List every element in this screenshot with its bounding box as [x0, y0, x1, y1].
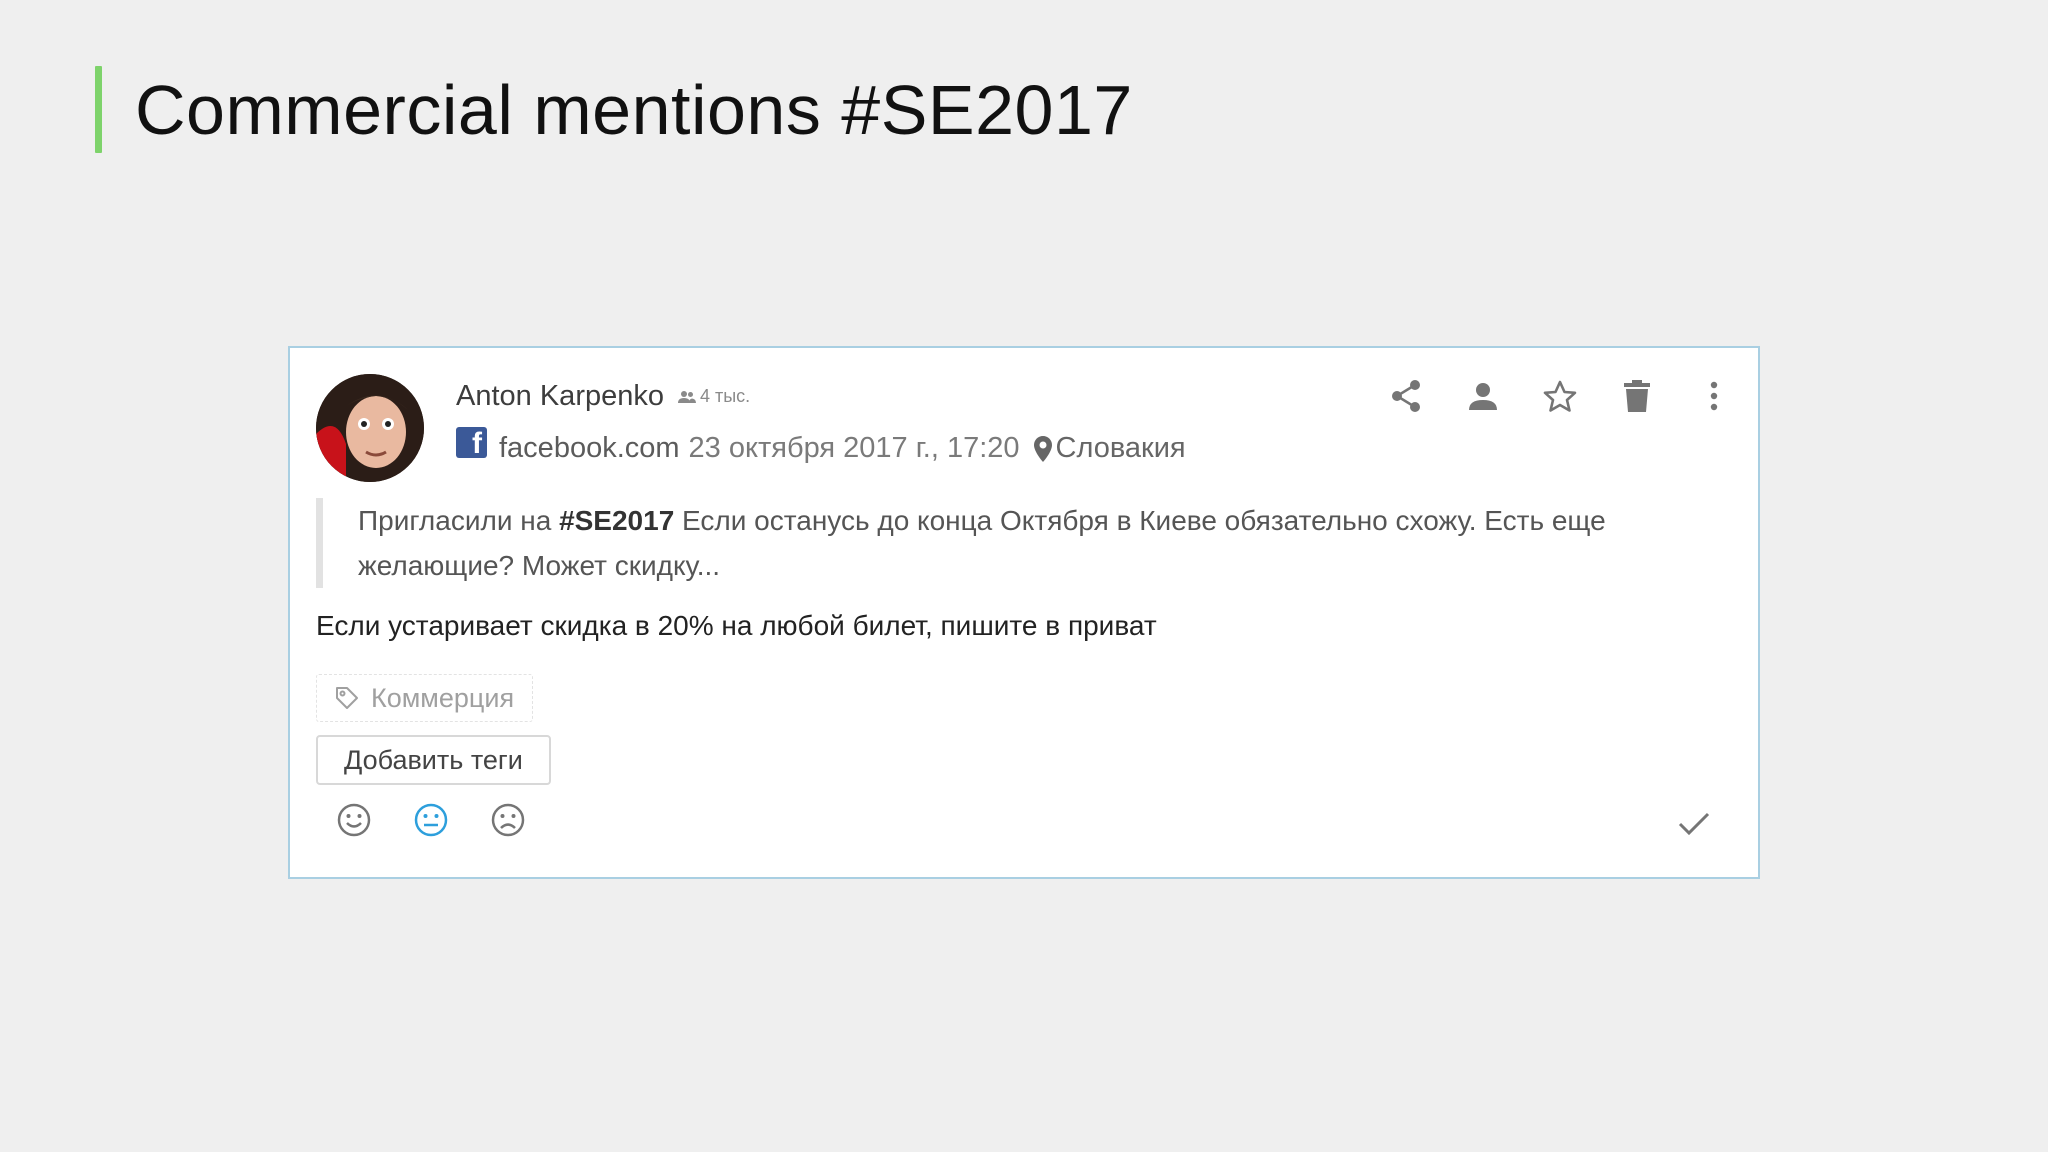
- original-post-quote: Пригласили на #SE2017 Если останусь до к…: [316, 498, 1716, 588]
- slide-title: Commercial mentions #SE2017: [135, 70, 1133, 149]
- trash-icon: [1624, 380, 1650, 412]
- sentiment-selector: [336, 802, 567, 838]
- tag-label: Коммерция: [371, 682, 515, 713]
- neutral-face-icon: [414, 803, 448, 837]
- sentiment-positive-button[interactable]: [336, 802, 372, 838]
- followers-label: 4 тыс.: [699, 386, 751, 406]
- author-name[interactable]: Anton Karpenko: [456, 380, 664, 413]
- reply-text: Если устаривает скидка в 20% на любой би…: [316, 610, 1157, 641]
- sentiment-negative-button[interactable]: [490, 802, 526, 838]
- quote-text-before: Пригласили на: [358, 505, 560, 536]
- title-accent-bar: [95, 66, 102, 153]
- star-button[interactable]: [1542, 378, 1578, 414]
- mention-card: Anton Karpenko 4 тыс. f facebook.com 23 …: [288, 346, 1760, 879]
- source-link[interactable]: facebook.com: [499, 432, 680, 465]
- post-date: 23 октября 2017 г., 17:20: [688, 432, 1020, 464]
- share-icon: [1392, 380, 1420, 412]
- people-icon: [677, 390, 696, 403]
- tag-icon: [336, 687, 358, 709]
- share-button[interactable]: [1388, 378, 1424, 414]
- more-button[interactable]: [1696, 378, 1732, 414]
- more-vertical-icon: [1710, 381, 1718, 411]
- meta-row: f facebook.com 23 октября 2017 г., 17:20…: [456, 427, 1186, 465]
- location: Словакия: [1033, 432, 1186, 465]
- map-pin-icon: [1033, 435, 1052, 462]
- tag-chip[interactable]: Коммерция: [316, 674, 534, 722]
- avatar[interactable]: [316, 374, 424, 482]
- negative-face-icon: [491, 803, 525, 837]
- facebook-icon: f: [456, 427, 487, 460]
- sentiment-neutral-button[interactable]: [413, 802, 449, 838]
- add-tags-button[interactable]: Добавить теги: [316, 735, 551, 785]
- positive-face-icon: [337, 803, 371, 837]
- card-actions: [1347, 378, 1732, 414]
- delete-button[interactable]: [1619, 378, 1655, 414]
- author-row: Anton Karpenko 4 тыс.: [456, 380, 750, 413]
- mark-processed-button[interactable]: [1676, 806, 1712, 842]
- star-icon: [1543, 380, 1577, 412]
- checkmark-icon: [1678, 812, 1710, 836]
- user-button[interactable]: [1465, 378, 1501, 414]
- quote-hashtag: #SE2017: [559, 505, 675, 536]
- followers-count: 4 тыс.: [677, 386, 751, 407]
- slide-header: Commercial mentions #SE2017: [95, 66, 1133, 153]
- location-label: Словакия: [1055, 432, 1186, 464]
- user-icon: [1469, 383, 1497, 410]
